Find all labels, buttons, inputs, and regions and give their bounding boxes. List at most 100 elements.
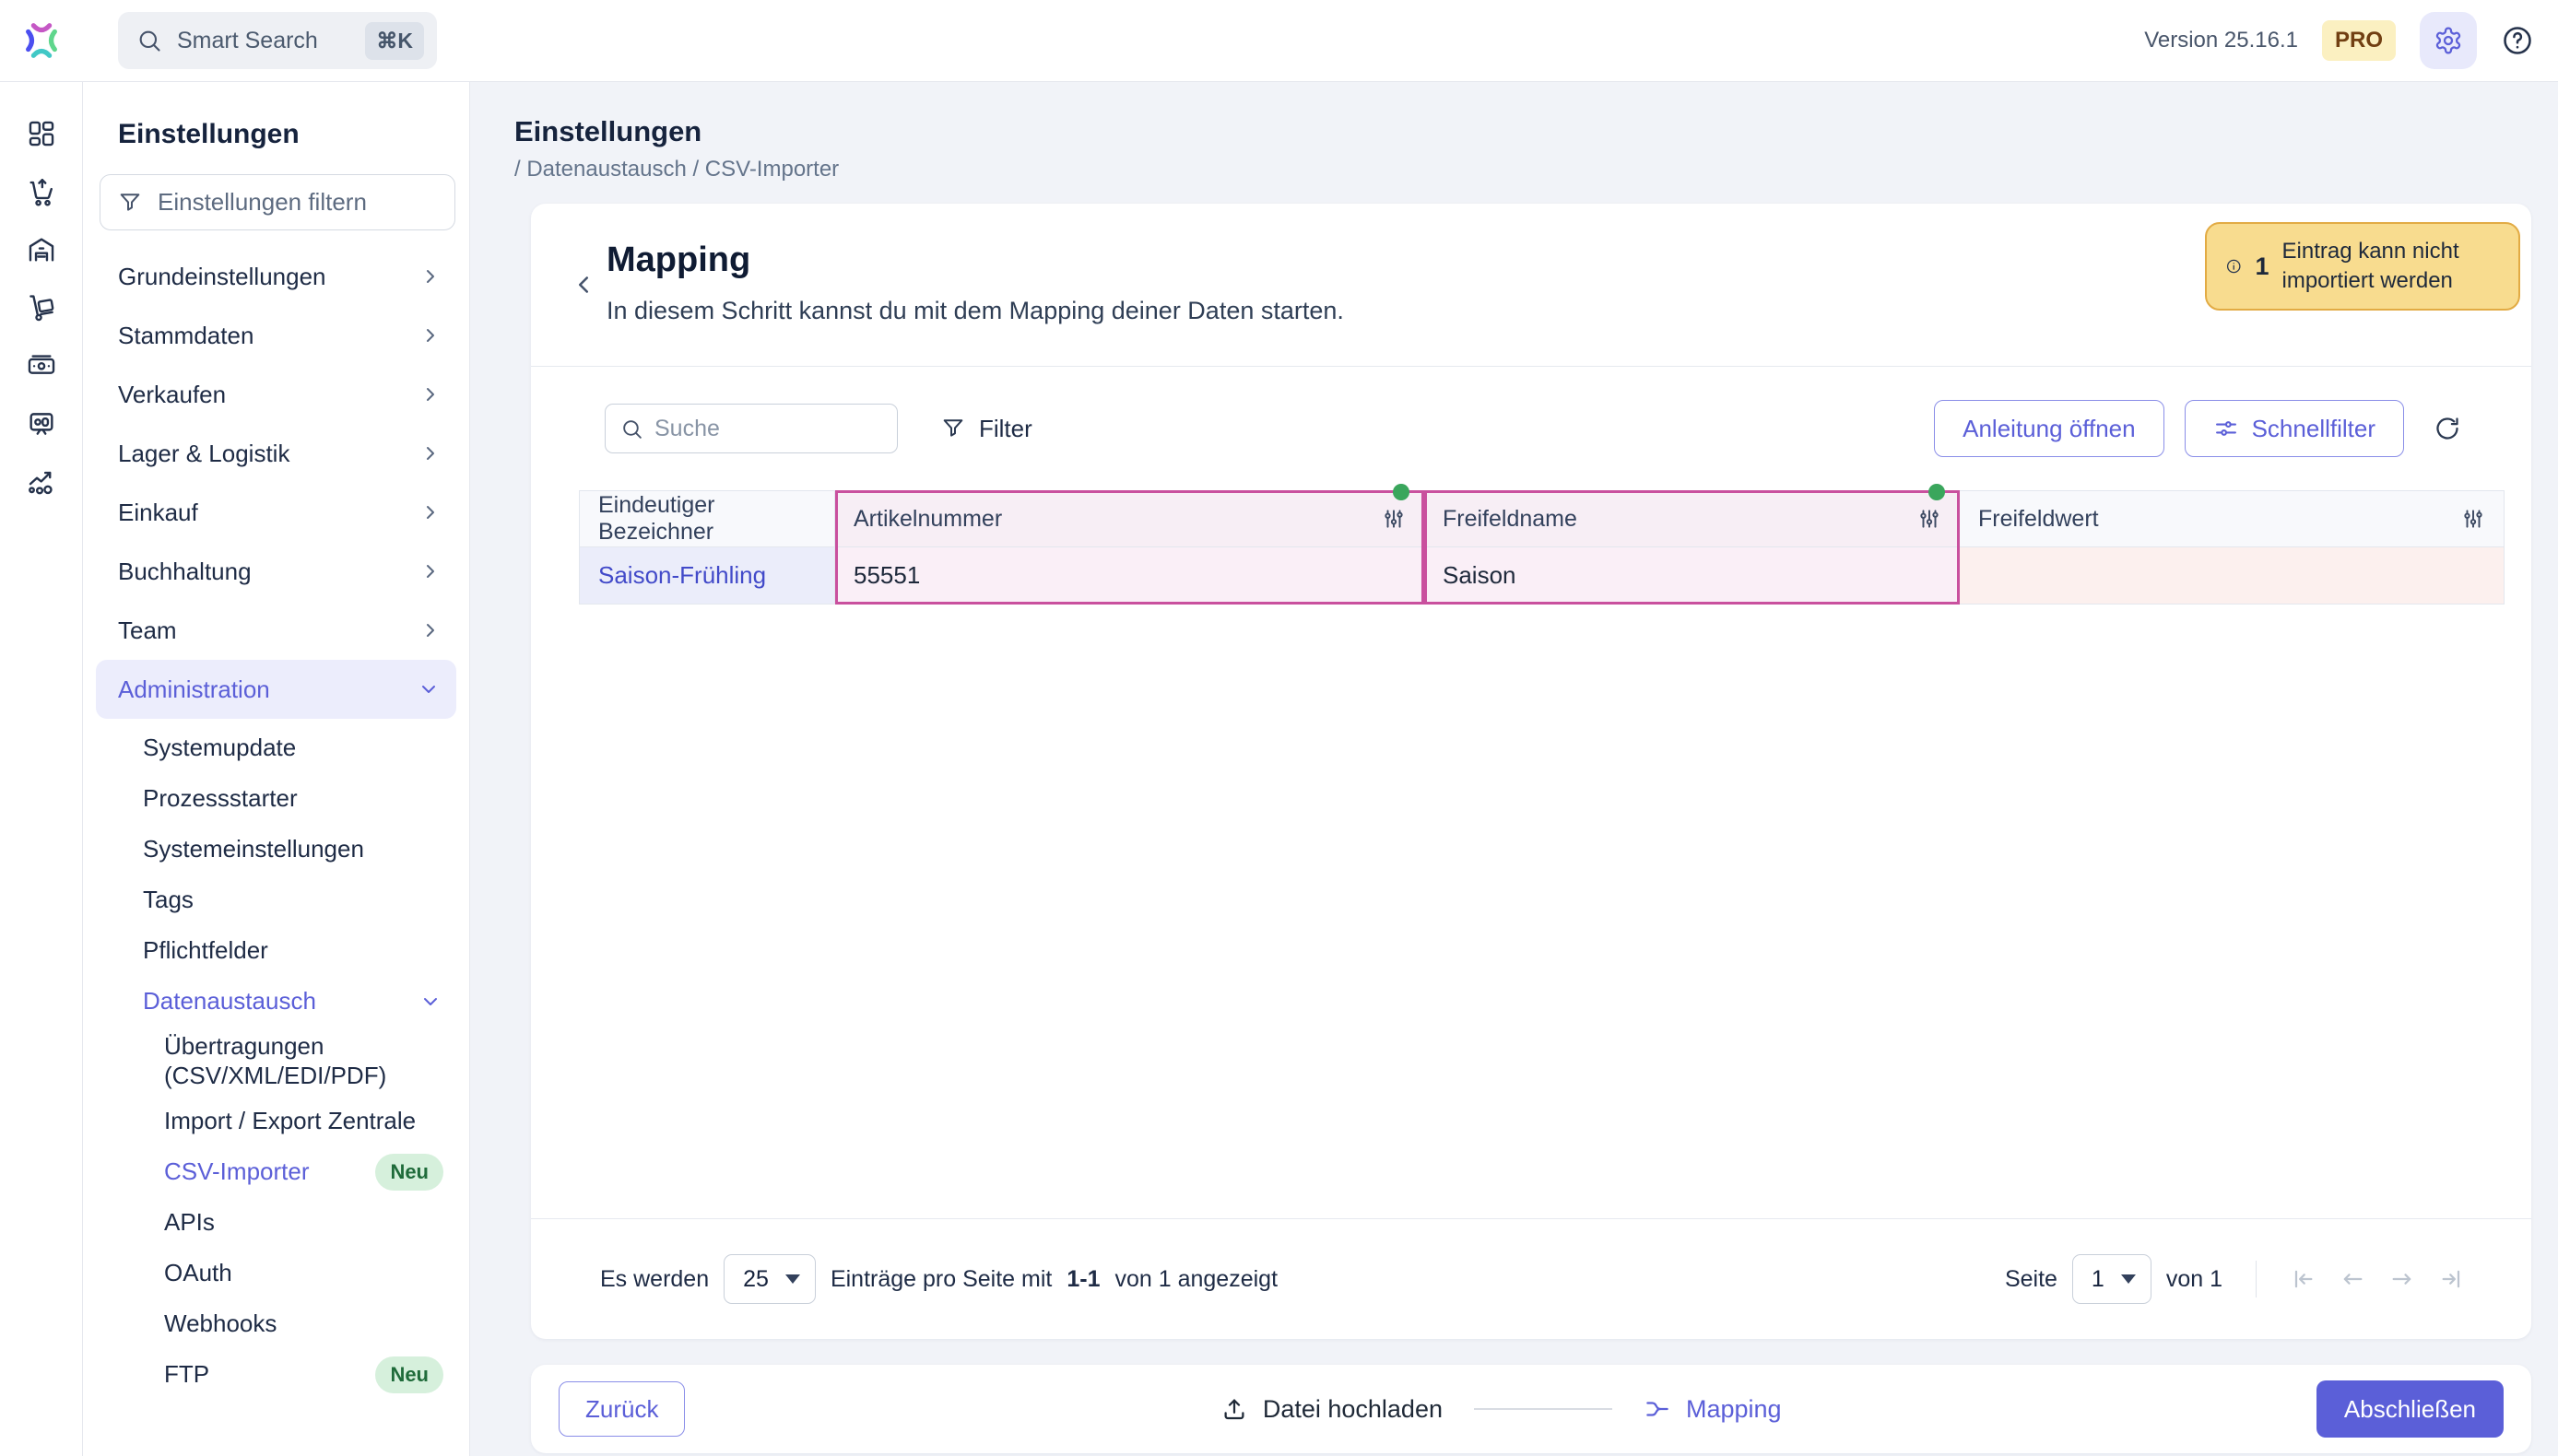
card-title: Mapping [607, 241, 751, 279]
sidebar-item-lager-logistik[interactable]: Lager & Logistik [83, 424, 469, 483]
sidebar-item-oauth[interactable]: OAuth [83, 1248, 469, 1298]
cell-freifeldwert[interactable] [1960, 547, 2505, 605]
version-label: Version 25.16.1 [2144, 28, 2298, 53]
sidebar-item-systemupdate[interactable]: Systemupdate [83, 722, 469, 773]
sidebar-item-label: Übertragungen (CSV/XML/EDI/PDF) [164, 1032, 387, 1089]
abschliessen-button[interactable]: Abschließen [2316, 1380, 2504, 1438]
chevron-right-icon [427, 447, 434, 460]
gear-icon [2435, 27, 2461, 54]
sidebar-item-verkaufen[interactable]: Verkaufen [83, 365, 469, 424]
sidebar-item-label: Grundeinstellungen [118, 262, 326, 290]
sidebar-item-label: Pflichtfelder [143, 936, 268, 964]
refresh-button[interactable] [2434, 415, 2461, 442]
sidebar-item-label: Prozessstarter [143, 784, 298, 812]
zurueck-button[interactable]: Zurück [559, 1381, 686, 1437]
page-header: Einstellungen / Datenaustausch / CSV-Imp… [470, 82, 2558, 182]
chevron-right-icon [427, 506, 434, 519]
settings-nav: Grundeinstellungen Stammdaten Verkaufen … [83, 247, 469, 719]
sidebar-item-uebertragungen[interactable]: Übertragungen (CSV/XML/EDI/PDF) [83, 1027, 469, 1096]
column-settings-icon[interactable] [2461, 507, 2485, 531]
page-size-select[interactable]: 25 [724, 1254, 816, 1304]
column-header-bezeichner: Eindeutiger Bezeichner [579, 490, 835, 547]
search-icon [623, 419, 642, 439]
sidebar-item-label: Buchhaltung [118, 557, 252, 585]
sidebar-item-prozessstarter[interactable]: Prozessstarter [83, 773, 469, 824]
cell-freifeldname[interactable]: Saison [1424, 547, 1960, 605]
chevron-left-icon [579, 276, 588, 293]
warning-count: 1 [2255, 252, 2269, 280]
sidebar-item-import-export-zentrale[interactable]: Import / Export Zentrale [83, 1096, 469, 1146]
warehouse-icon [29, 238, 53, 262]
sidebar-item-buchhaltung[interactable]: Buchhaltung [83, 542, 469, 601]
column-settings-icon[interactable] [1382, 507, 1406, 531]
prev-page-button[interactable] [2340, 1266, 2365, 1292]
breadcrumb: / Datenaustausch / CSV-Importer [514, 157, 840, 182]
step-mapping[interactable]: Mapping [1644, 1395, 1782, 1424]
sidebar-item-systemeinstellungen[interactable]: Systemeinstellungen [83, 824, 469, 875]
sidebar-item-webhooks[interactable]: Webhooks [83, 1298, 469, 1349]
sidebar-item-csv-importer[interactable]: CSV-Importer Neu [83, 1146, 469, 1197]
icon-rail [0, 82, 83, 1456]
banknote-icon [28, 355, 54, 374]
help-button[interactable] [2501, 24, 2534, 57]
smart-search-input[interactable] [177, 27, 351, 54]
sidebar-item-pflichtfelder[interactable]: Pflichtfelder [83, 925, 469, 976]
sidebar-item-label: Team [118, 616, 177, 644]
sidebar-item-ftp[interactable]: FTP Neu [83, 1349, 469, 1400]
import-warning-banner: 1 Eintrag kann nicht importiert werden [2205, 222, 2520, 311]
row-link[interactable]: Saison-Frühling [598, 561, 766, 590]
main-content: Einstellungen / Datenaustausch / CSV-Imp… [470, 82, 2558, 1456]
app-logo[interactable] [0, 19, 83, 62]
administration-subnav: Systemupdate Prozessstarter Systemeinste… [83, 722, 469, 1027]
column-settings-icon[interactable] [1917, 507, 1941, 531]
sales-nav-button[interactable] [23, 173, 60, 210]
sidebar-item-stammdaten[interactable]: Stammdaten [83, 306, 469, 365]
sidebar-item-grundeinstellungen[interactable]: Grundeinstellungen [83, 247, 469, 306]
step-indicator: Datei hochladen Mapping [685, 1395, 2316, 1424]
step-upload[interactable]: Datei hochladen [1220, 1395, 1443, 1424]
settings-button[interactable] [2420, 12, 2477, 69]
dashboard-nav-button[interactable] [23, 115, 60, 152]
table-search[interactable] [605, 404, 898, 453]
column-header-artikelnummer: Artikelnummer [835, 490, 1424, 547]
smart-search[interactable]: ⌘K [118, 12, 437, 69]
back-button[interactable] [570, 244, 597, 325]
warehouse-nav-button[interactable] [23, 231, 60, 268]
upload-icon [1224, 1399, 1244, 1420]
sidebar-title: Einstellungen [118, 119, 300, 149]
sidebar-filter-input[interactable] [158, 188, 438, 217]
dashboard-icon [29, 121, 53, 147]
filter-button[interactable]: Filter [940, 415, 1032, 443]
sidebar-item-datenaustausch[interactable]: Datenaustausch [83, 976, 469, 1027]
next-page-button[interactable] [2389, 1266, 2415, 1292]
quickfilter-button[interactable]: Schnellfilter [2184, 400, 2404, 457]
sidebar-item-label: CSV-Importer [164, 1157, 310, 1186]
sidebar-item-einkauf[interactable]: Einkauf [83, 483, 469, 542]
first-page-button[interactable] [2290, 1266, 2316, 1292]
cell-artikelnummer[interactable]: 55551 [835, 547, 1424, 605]
topbar: ⌘K Version 25.16.1 PRO [0, 0, 2558, 82]
first-page-icon [2294, 1270, 2313, 1288]
hand-truck-icon [29, 295, 53, 322]
logistics-nav-button[interactable] [23, 289, 60, 326]
card-subtitle: In diesem Schritt kannst du mit dem Mapp… [607, 297, 1344, 324]
finance-nav-button[interactable] [23, 347, 60, 384]
sidebar-filter[interactable] [100, 174, 455, 230]
sidebar-item-label: Import / Export Zentrale [164, 1107, 417, 1135]
page-select[interactable]: 1 [2071, 1254, 2151, 1304]
sidebar-item-tags[interactable]: Tags [83, 875, 469, 925]
last-page-button[interactable] [2439, 1266, 2465, 1292]
table-search-input[interactable] [654, 415, 882, 442]
arrow-left-icon [2343, 1274, 2363, 1285]
pos-nav-button[interactable] [23, 405, 60, 442]
sidebar-item-team[interactable]: Team [83, 601, 469, 660]
sidebar-item-label: Webhooks [164, 1309, 277, 1338]
step-label: Mapping [1685, 1394, 1782, 1423]
sidebar-item-administration[interactable]: Administration [96, 660, 456, 719]
mapping-icon [1646, 1402, 1668, 1416]
brand-x-icon [26, 23, 57, 58]
analytics-nav-button[interactable] [23, 464, 60, 500]
chevron-right-icon [427, 329, 434, 342]
open-guide-button[interactable]: Anleitung öffnen [1934, 400, 2164, 457]
sidebar-item-apis[interactable]: APIs [83, 1197, 469, 1248]
